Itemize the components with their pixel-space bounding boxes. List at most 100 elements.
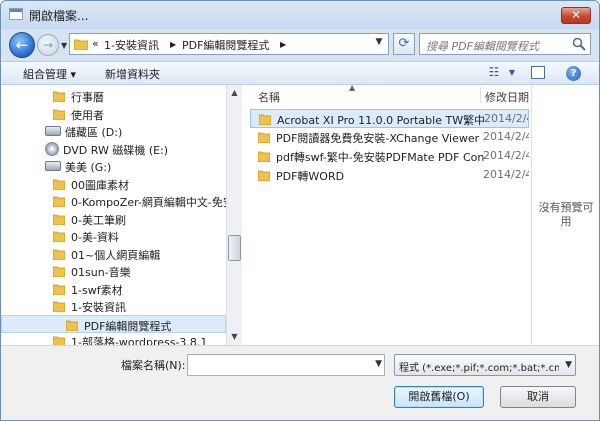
back-button[interactable]: ←: [9, 32, 35, 58]
breadcrumb-separator-icon[interactable]: ▶: [280, 40, 286, 49]
tree-item[interactable]: 1-部落格-wordpress-3.8.1: [1, 332, 226, 345]
forward-button[interactable]: →: [37, 34, 59, 56]
column-header-date[interactable]: 修改日期: [485, 89, 529, 109]
window-title: 開啟檔案...: [29, 9, 89, 23]
view-dropdown-icon[interactable]: ▼: [503, 68, 521, 84]
tree-item[interactable]: 01~個人網頁編輯: [1, 245, 226, 263]
forward-arrow-icon: →: [42, 38, 54, 52]
file-date: 2014/2/4 _: [483, 168, 529, 181]
tree-item[interactable]: 0-美工筆刷: [1, 210, 226, 228]
tree-item[interactable]: 儲藏區 (D:): [1, 122, 226, 140]
folder-icon: [53, 109, 65, 120]
refresh-icon: ⟳: [398, 36, 410, 51]
folder-icon: [53, 214, 65, 225]
column-header-name[interactable]: 名稱: [258, 89, 280, 109]
scroll-down-icon[interactable]: ▼: [227, 329, 242, 345]
tree-item[interactable]: 1-swf素材: [1, 280, 226, 298]
tree-item[interactable]: 美美 (G:): [1, 157, 226, 175]
breadcrumb-overflow[interactable]: «: [92, 37, 99, 50]
tree-item[interactable]: 0-美-資料: [1, 227, 226, 245]
dialog-footer: 檔案名稱(N): ▼ 程式 (*.exe;*.pif;*.com;*.bat;*…: [1, 345, 599, 420]
filename-input[interactable]: ▼: [187, 354, 385, 376]
tree-item-label: 00圖庫素材: [71, 178, 129, 192]
open-button[interactable]: 開啟舊檔(O): [394, 386, 484, 408]
address-dropdown-icon[interactable]: ▼: [372, 37, 386, 51]
filename-label: 檔案名稱(N):: [121, 359, 186, 372]
navigation-bar: ← → ▼ « 1-安裝資訊 ▶ PDF編輯閱覽程式 ▶ ▼ ⟳ 搜尋 PDF編…: [1, 29, 599, 59]
back-arrow-icon: ←: [15, 36, 29, 54]
filetype-dropdown-icon: ▼: [565, 360, 572, 370]
tree-item-label: 使用者: [71, 108, 104, 122]
tree-item-label: 0-美工筆刷: [71, 213, 126, 227]
dvd-drive-icon: [45, 141, 59, 156]
hard-drive-icon: [45, 126, 61, 136]
file-date: 2014/2/4 _: [483, 130, 529, 143]
tree-item-label: 0-KompoZer-網頁編輯中文-免安裝: [71, 196, 242, 209]
breadcrumb-separator-icon[interactable]: ▶: [170, 40, 176, 49]
breadcrumb-item-1[interactable]: 1-安裝資訊: [104, 37, 159, 53]
content-area: 行事曆使用者儲藏區 (D:) DVD RW 磁碟機 (E:) 美美 (G:) 00圖庫…: [1, 83, 599, 345]
tree-scrollbar[interactable]: ▲ ▼: [226, 85, 242, 345]
tree-item[interactable]: PDF編輯閱覽程式: [1, 314, 226, 333]
search-input[interactable]: 搜尋 PDF編輯閱覽程式: [419, 33, 591, 55]
tree-item-label: 儲藏區 (D:): [65, 126, 123, 139]
open-file-dialog: 開啟檔案... ✕ ← → ▼ « 1-安裝資訊 ▶ PDF編輯閱覽程式 ▶ ▼…: [0, 0, 600, 421]
file-name: Acrobat XI Pro 11.0.0 Portable TW繁中 免安裝: [277, 114, 485, 127]
filename-dropdown-icon[interactable]: ▼: [375, 359, 382, 369]
folder-icon: [66, 320, 78, 331]
column-divider[interactable]: [480, 87, 481, 103]
folder-icon: [53, 196, 65, 207]
folder-icon: [53, 284, 65, 295]
preview-pane-icon[interactable]: [531, 66, 545, 79]
tree-item-label: DVD RW 磁碟機 (E:): [63, 143, 169, 157]
search-icon: [572, 37, 586, 51]
filetype-select[interactable]: 程式 (*.exe;*.pif;*.com;*.bat;*.cmd) ▼: [394, 354, 576, 376]
filetype-value: 程式 (*.exe;*.pif;*.com;*.bat;*.cmd): [399, 363, 559, 374]
folder-icon: [259, 114, 271, 125]
tree-item[interactable]: 1-安裝資訊: [1, 297, 226, 315]
tree-item[interactable]: 00圖庫素材: [1, 175, 226, 193]
organize-menu[interactable]: 組合管理 ▾: [23, 66, 76, 82]
folder-icon: [53, 179, 65, 190]
navigation-tree: 行事曆使用者儲藏區 (D:) DVD RW 磁碟機 (E:) 美美 (G:) 00圖庫…: [1, 85, 242, 345]
tree-item-label: 01sun-音樂: [71, 266, 131, 279]
breadcrumb-item-2[interactable]: PDF編輯閱覽程式: [182, 37, 269, 53]
file-date: 2014/2/4 _: [484, 112, 529, 125]
close-button[interactable]: ✕: [561, 7, 591, 24]
preview-unavailable-text: 沒有預覽可用: [538, 201, 594, 228]
recent-pages-dropdown[interactable]: ▼: [61, 41, 67, 50]
file-name: pdf轉swf-繁中-免安裝PDFMate PDF Con...: [276, 151, 484, 164]
file-date: 2014/2/4 _: [483, 149, 529, 162]
file-row[interactable]: PDF閱讀器免費免安裝-XChange Viewer ...2014/2/4 _: [250, 128, 529, 147]
cancel-button[interactable]: 取消: [500, 386, 576, 408]
scroll-up-icon[interactable]: ▲: [227, 85, 242, 101]
folder-icon: [258, 170, 270, 181]
search-placeholder: 搜尋 PDF編輯閱覽程式: [426, 40, 539, 53]
tree-item-label: 美美 (G:): [65, 161, 112, 174]
scrollbar-thumb[interactable]: [228, 235, 241, 261]
file-row[interactable]: pdf轉swf-繁中-免安裝PDFMate PDF Con... 2014/2/4…: [250, 147, 529, 166]
sort-arrow-icon: ▲: [349, 83, 356, 92]
tree-item[interactable]: 行事曆: [1, 87, 226, 105]
tree-item[interactable]: 01sun-音樂: [1, 262, 226, 280]
view-options-icon[interactable]: ☷: [485, 65, 503, 81]
command-toolbar: 組合管理 ▾ 新增資料夾 ☷ ▼ ?: [1, 61, 599, 85]
new-folder-button[interactable]: 新增資料夾: [105, 66, 160, 82]
folder-icon: [53, 91, 65, 102]
hard-drive-icon: [45, 161, 61, 171]
refresh-button[interactable]: ⟳: [393, 33, 415, 55]
tree-item-label: 01~個人網頁編輯: [71, 248, 161, 262]
tree-item[interactable]: 使用者: [1, 105, 226, 123]
tree-item-label: 0-美-資料: [71, 231, 119, 244]
file-name: PDF閱讀器免費免安裝-XChange Viewer ...: [276, 132, 484, 145]
tree-item-label: 1-swf素材: [71, 283, 123, 297]
address-bar[interactable]: « 1-安裝資訊 ▶ PDF編輯閱覽程式 ▶ ▼: [69, 33, 389, 55]
file-row[interactable]: Acrobat XI Pro 11.0.0 Portable TW繁中 免安裝2…: [250, 109, 529, 128]
folder-icon: [53, 249, 65, 260]
file-row[interactable]: PDF轉WORD 2014/2/4 _: [250, 166, 529, 185]
folder-icon: [258, 132, 270, 143]
tree-item[interactable]: 0-KompoZer-網頁編輯中文-免安裝: [1, 192, 242, 210]
tree-item[interactable]: DVD RW 磁碟機 (E:): [1, 140, 226, 158]
help-icon[interactable]: ?: [566, 66, 581, 81]
file-list: 名稱 ▲ 修改日期 Acrobat XI Pro 11.0.0 Portable…: [246, 83, 531, 345]
